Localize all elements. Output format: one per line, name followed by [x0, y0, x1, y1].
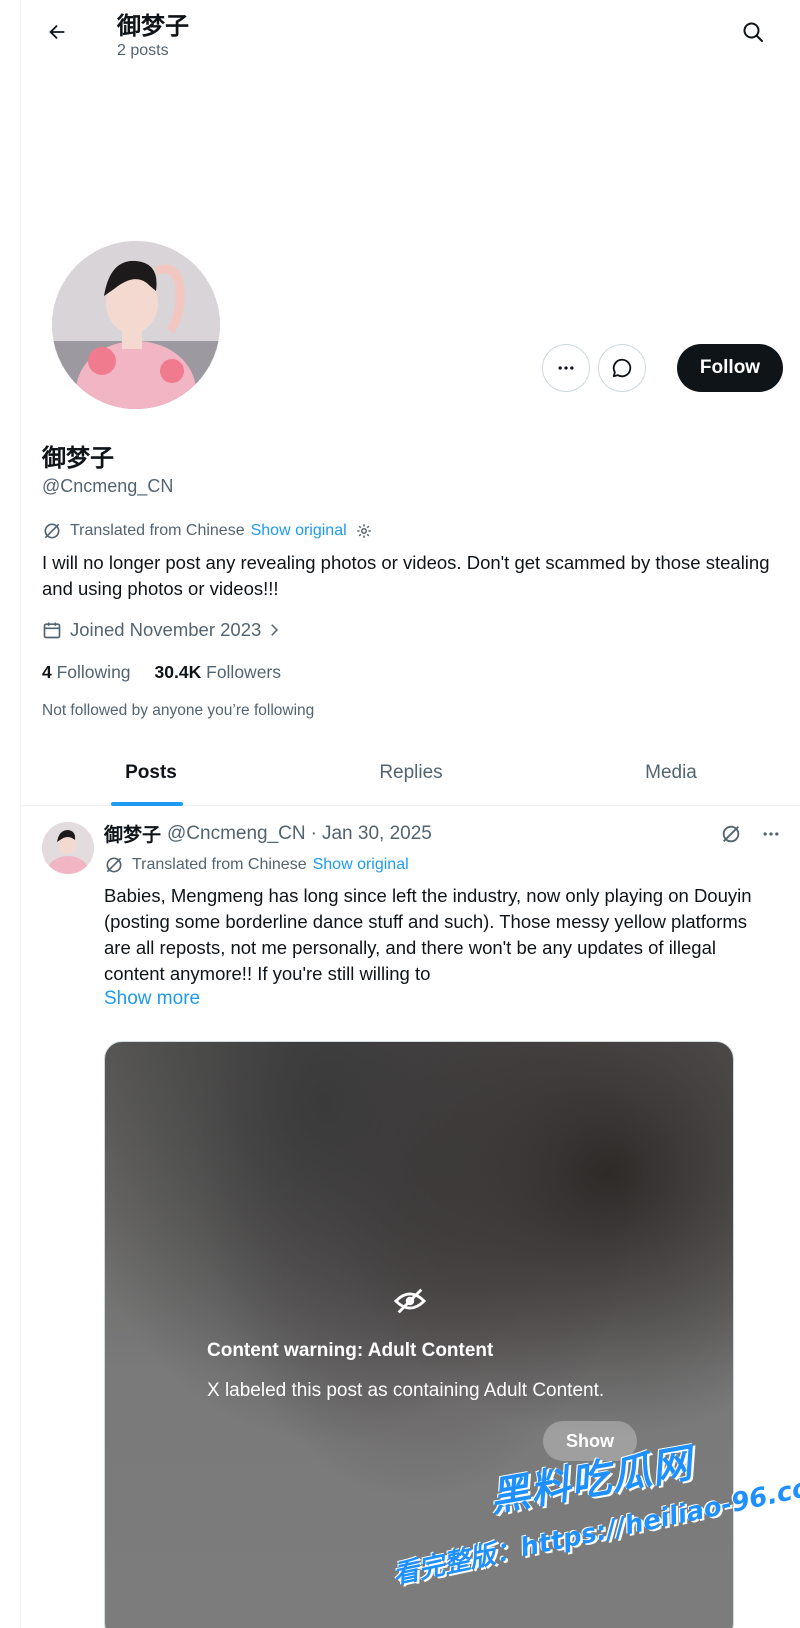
followers-label: Followers: [206, 662, 282, 682]
more-icon: [763, 832, 779, 836]
search-icon: [743, 22, 763, 42]
post-author-name[interactable]: 御梦子: [104, 820, 161, 847]
top-bar: 御梦子 2 posts: [21, 0, 800, 68]
message-button[interactable]: [598, 344, 646, 392]
post-show-original-link[interactable]: Show original: [313, 856, 409, 874]
translate-icon: [44, 523, 60, 539]
post-text: Babies, Mengmeng has long since left the…: [104, 885, 752, 984]
content-warning-text: X labeled this post as containing Adult …: [207, 1380, 605, 1401]
gear-icon[interactable]: [355, 522, 373, 540]
show-more-link[interactable]: Show more: [104, 988, 200, 1010]
tab-media[interactable]: Media: [541, 740, 800, 806]
profile-name: 御梦子: [42, 444, 114, 472]
profile-avatar[interactable]: [48, 237, 224, 413]
follow-stats: 4 Following 30.4K Followers: [42, 662, 281, 683]
not-followed-note: Not followed by anyone you’re following: [42, 702, 315, 719]
post-more-button[interactable]: [755, 818, 787, 850]
translate-icon: [106, 857, 122, 873]
joined-date-row[interactable]: Joined November 2023: [42, 619, 283, 641]
avatar-image: [52, 241, 220, 409]
post-avatar[interactable]: [42, 822, 94, 874]
show-original-link[interactable]: Show original: [251, 522, 347, 540]
post-translation-row: Translated from Chinese Show original: [104, 855, 409, 875]
profile-tabs: Posts Replies Media: [21, 740, 800, 806]
followers-count: 30.4K: [154, 662, 202, 682]
profile-column: 御梦子 2 posts Follow 御梦子 @Cncmeng_CN Trans…: [20, 0, 800, 1628]
post-separator: ·: [310, 822, 317, 844]
post-avatar-image: [42, 822, 94, 874]
tab-replies[interactable]: Replies: [281, 740, 541, 806]
chevron-right-icon: [271, 624, 279, 636]
post-count: 2 posts: [117, 42, 169, 59]
profile-bio: I will no longer post any revealing phot…: [42, 552, 770, 599]
more-options-button[interactable]: [542, 344, 590, 392]
joined-label: Joined November 2023: [70, 619, 262, 640]
grok-icon: [722, 825, 740, 843]
post-date[interactable]: Jan 30, 2025: [322, 823, 432, 845]
following-label: Following: [56, 662, 131, 682]
back-button[interactable]: [39, 14, 75, 50]
more-icon: [558, 366, 574, 370]
post-translated-label: Translated from Chinese: [132, 856, 307, 873]
following-link[interactable]: 4 Following: [42, 662, 131, 683]
profile-handle: @Cncmeng_CN: [42, 476, 174, 496]
calendar-icon: [43, 622, 61, 639]
hidden-eye-icon: [393, 1288, 427, 1314]
grok-button[interactable]: [715, 818, 747, 850]
post-author-handle[interactable]: @Cncmeng_CN: [167, 823, 306, 845]
header-title: 御梦子: [117, 12, 189, 40]
post-header: 御梦子 @Cncmeng_CN · Jan 30, 2025: [104, 820, 432, 847]
content-warning-title: Content warning: Adult Content: [207, 1340, 494, 1361]
translated-label: Translated from Chinese: [70, 522, 245, 539]
bio-translation-row: Translated from Chinese Show original: [42, 521, 373, 541]
message-icon: [612, 358, 632, 378]
following-count: 4: [42, 662, 52, 682]
back-arrow-icon: [49, 24, 65, 40]
search-button[interactable]: [737, 16, 769, 48]
followers-link[interactable]: 30.4K Followers: [155, 662, 281, 683]
follow-button[interactable]: Follow: [677, 344, 783, 392]
tab-posts[interactable]: Posts: [21, 740, 281, 806]
active-tab-indicator: [111, 802, 183, 806]
